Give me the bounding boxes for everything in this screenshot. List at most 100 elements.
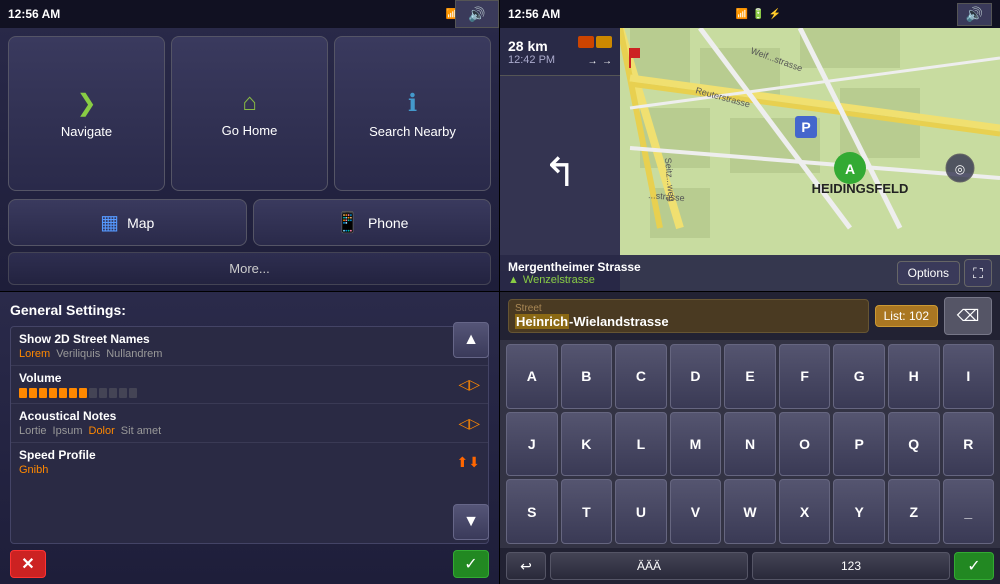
key-x[interactable]: X xyxy=(779,479,831,544)
val-sit-amet: Sit amet xyxy=(121,425,161,437)
map-time: 12:56 AM xyxy=(508,7,560,21)
keyboard-row-3: S T U V W X Y Z _ xyxy=(506,479,994,544)
keyboard-search-bar: Street Heinrich-Wielandstrasse List: 102… xyxy=(500,292,1000,340)
key-o[interactable]: O xyxy=(779,412,831,477)
svg-text:HEIDINGSFELD: HEIDINGSFELD xyxy=(812,181,909,196)
key-a[interactable]: A xyxy=(506,344,558,409)
key-i[interactable]: I xyxy=(943,344,995,409)
nav-main-buttons: ❯ Navigate ⌂ Go Home ℹ Search Nearby xyxy=(0,28,499,199)
key-j[interactable]: J xyxy=(506,412,558,477)
settings-cancel-button[interactable]: ✕ xyxy=(10,550,46,578)
map-status-bar: 12:56 AM 📶 🔋 ⚡ 🔊 xyxy=(500,0,1000,28)
keyboard-panel: Street Heinrich-Wielandstrasse List: 102… xyxy=(500,292,1000,584)
key-s[interactable]: S xyxy=(506,479,558,544)
search-nearby-label: Search Nearby xyxy=(369,124,456,139)
nav-status-bar: 12:56 AM 📶 🔋 ⚡ 🔊 xyxy=(0,0,499,28)
more-button[interactable]: More... xyxy=(8,252,491,285)
vol-seg-7 xyxy=(79,388,87,398)
key-k[interactable]: K xyxy=(561,412,613,477)
key-l[interactable]: L xyxy=(615,412,667,477)
key-d[interactable]: D xyxy=(670,344,722,409)
key-f[interactable]: F xyxy=(779,344,831,409)
val-lortie: Lortie xyxy=(19,425,47,437)
val-nullandrem: Nullandrem xyxy=(106,348,162,360)
fuel-icon-2 xyxy=(596,36,612,48)
settings-arrow-acoustical[interactable]: ◁▷ xyxy=(458,415,480,432)
expand-icon: ⛶ xyxy=(973,265,983,282)
key-c[interactable]: C xyxy=(615,344,667,409)
key-g[interactable]: G xyxy=(833,344,885,409)
key-m[interactable]: M xyxy=(670,412,722,477)
vol-seg-2 xyxy=(29,388,37,398)
keyboard-back-button[interactable]: ↩ xyxy=(506,552,546,580)
settings-arrow-speed[interactable]: ⬆⬇ xyxy=(457,454,480,471)
key-underscore[interactable]: _ xyxy=(943,479,995,544)
go-home-button[interactable]: ⌂ Go Home xyxy=(171,36,328,191)
val-gnibh: Gnibh xyxy=(19,464,48,476)
keyboard-special-chars-button[interactable]: ÄÄÄ xyxy=(550,552,748,580)
map-status-icons: 📶 🔋 ⚡ xyxy=(736,9,781,20)
go-home-label: Go Home xyxy=(222,123,278,138)
vol-seg-8 xyxy=(89,388,97,398)
key-t[interactable]: T xyxy=(561,479,613,544)
key-r[interactable]: R xyxy=(943,412,995,477)
key-q[interactable]: Q xyxy=(888,412,940,477)
key-b[interactable]: B xyxy=(561,344,613,409)
val-ipsum: Ipsum xyxy=(53,425,83,437)
svg-text:P: P xyxy=(801,119,810,135)
settings-scroll-down-button[interactable]: ▼ xyxy=(453,504,489,540)
keyboard-input-area: Street Heinrich-Wielandstrasse xyxy=(508,299,869,333)
map-overlay-panel: 28 km 12:42 PM → → xyxy=(500,28,620,291)
key-n[interactable]: N xyxy=(724,412,776,477)
keyboard-backspace-button[interactable]: ⌫ xyxy=(944,297,992,335)
settings-arrow-volume[interactable]: ◁▷ xyxy=(458,376,480,393)
map-volume-button[interactable]: 🔊 xyxy=(957,3,992,26)
key-v[interactable]: V xyxy=(670,479,722,544)
map-bluetooth-icon: ⚡ xyxy=(769,9,781,20)
nav-bottom-buttons: ▦ Map 📱 Phone xyxy=(0,199,499,250)
search-nearby-button[interactable]: ℹ Search Nearby xyxy=(334,36,491,191)
key-p[interactable]: P xyxy=(833,412,885,477)
vol-seg-12 xyxy=(129,388,137,398)
vol-seg-11 xyxy=(119,388,127,398)
vol-seg-9 xyxy=(99,388,107,398)
settings-item-acoustical-content: Acoustical Notes Lortie Ipsum Dolor Sit … xyxy=(19,409,458,437)
map-distance-km: 28 km xyxy=(508,38,555,54)
key-u[interactable]: U xyxy=(615,479,667,544)
val-lorem: Lorem xyxy=(19,348,50,360)
nav-volume-button[interactable]: 🔊 xyxy=(455,0,499,28)
settings-value-street-names: Lorem Veriliquis Nullandrem xyxy=(19,348,458,360)
key-z[interactable]: Z xyxy=(888,479,940,544)
key-w[interactable]: W xyxy=(724,479,776,544)
map-button[interactable]: ▦ Map xyxy=(8,199,247,246)
settings-item-volume-content: Volume xyxy=(19,371,458,398)
settings-scroll-up-button[interactable]: ▲ xyxy=(453,322,489,358)
val-veriliquis: Veriliquis xyxy=(56,348,100,360)
map-expand-button[interactable]: ⛶ xyxy=(964,259,992,287)
map-street-info: Mergentheimer Strasse ▲ Wenzelstrasse xyxy=(508,260,893,286)
settings-label-street-names: Show 2D Street Names xyxy=(19,332,458,346)
map-panel: 12:56 AM 📶 🔋 ⚡ 🔊 xyxy=(500,0,1000,292)
phone-icon: 📱 xyxy=(335,210,360,235)
map-container: P A ◎ HEIDINGSFELD Weif...strasse Reuter… xyxy=(500,28,1000,291)
navigate-button[interactable]: ❯ Navigate xyxy=(8,36,165,191)
phone-button[interactable]: 📱 Phone xyxy=(253,199,492,246)
turn-arrow-icon: ↰ xyxy=(543,150,577,196)
settings-confirm-button[interactable]: ✓ xyxy=(453,550,489,578)
settings-panel: General Settings: Show 2D Street Names L… xyxy=(0,292,500,584)
keyboard-confirm-button[interactable]: ✓ xyxy=(954,552,994,580)
map-street-sub-text: Wenzelstrasse xyxy=(523,274,595,286)
keyboard-numeric-button[interactable]: 123 xyxy=(752,552,950,580)
keyboard-input-text: Heinrich-Wielandstrasse xyxy=(515,314,862,329)
val-dolor: Dolor xyxy=(89,425,115,437)
settings-value-acoustical: Lortie Ipsum Dolor Sit amet xyxy=(19,425,458,437)
keyboard-list-count: List: 102 xyxy=(875,305,938,327)
settings-item-speed-content: Speed Profile Gnibh xyxy=(19,448,457,476)
key-e[interactable]: E xyxy=(724,344,776,409)
key-y[interactable]: Y xyxy=(833,479,885,544)
nav-menu-panel: 12:56 AM 📶 🔋 ⚡ 🔊 ❯ Navigate ⌂ Go Home ℹ … xyxy=(0,0,500,292)
map-options-button[interactable]: Options xyxy=(897,261,960,285)
key-h[interactable]: H xyxy=(888,344,940,409)
map-distance-box: 28 km 12:42 PM → → xyxy=(500,28,620,76)
phone-label: Phone xyxy=(368,215,408,231)
